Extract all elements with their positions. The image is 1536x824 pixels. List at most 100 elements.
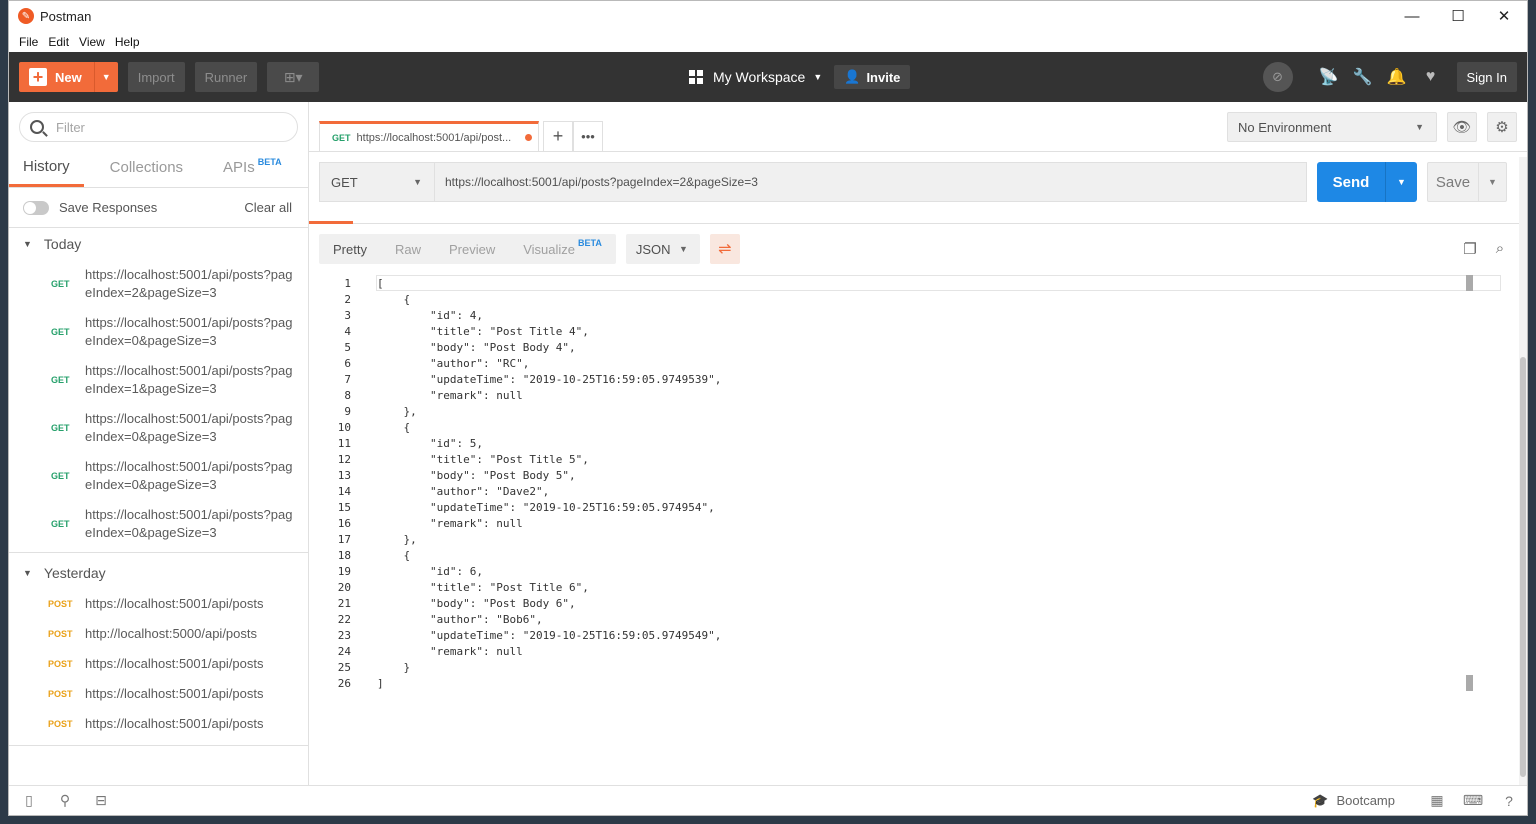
new-window-icon: ⊞▾ [283,68,303,85]
history-item[interactable]: GET https://localhost:5001/api/posts?page… [9,356,308,404]
environment-quick-look-button[interactable]: 👁 [1447,112,1477,142]
clear-all-button[interactable]: Clear all [244,200,292,215]
menu-file[interactable]: File [14,35,43,49]
history-item-method: POST [48,689,73,699]
history-item-method: POST [48,629,73,639]
find-replace-icon[interactable]: ⚲ [47,792,83,809]
code-line: 19 "id": 6, [321,563,1501,579]
menu-view[interactable]: View [74,35,110,49]
toggle-sidebar-icon[interactable]: ▯ [11,792,47,809]
request-tab-bar: GET https://localhost:5001/api/post... +… [309,102,1527,152]
view-pretty[interactable]: Pretty [319,234,381,264]
sign-in-button[interactable]: Sign In [1456,62,1517,92]
save-dropdown-icon[interactable]: ▼ [1478,163,1506,201]
code-line: 18 { [321,547,1501,563]
history-item[interactable]: POST http://localhost:5000/api/posts [9,619,308,649]
new-window-button[interactable]: ⊞▾ [267,62,320,92]
bootcamp-icon: 🎓 [1312,792,1329,808]
invite-button[interactable]: 👤 Invite [834,65,911,89]
runner-button[interactable]: Runner [194,62,258,92]
bootcamp-button[interactable]: 🎓 Bootcamp [1312,793,1395,809]
environment-select[interactable]: No Environment ▼ [1227,112,1437,142]
new-button[interactable]: + New ▼ [19,62,118,92]
code-line: 20 "title": "Post Title 6", [321,579,1501,595]
tab-apis[interactable]: APIs BETA [209,148,296,187]
code-line: 8 "remark": null [321,387,1501,403]
view-visualize[interactable]: Visualize BETA [509,234,616,264]
scroll-marker [1466,675,1473,691]
tab-collections[interactable]: Collections [96,148,197,187]
minimize-icon[interactable]: — [1389,1,1435,31]
keyboard-shortcuts-icon[interactable]: ⌨ [1455,792,1491,809]
history-item[interactable]: GET https://localhost:5001/api/posts?page… [9,500,308,548]
tab-history[interactable]: History [9,148,84,187]
workspace-switcher[interactable]: My Workspace ▼ 👤 Invite [689,52,911,102]
history-item[interactable]: GET https://localhost:5001/api/posts?page… [9,308,308,356]
history-item-method: POST [48,719,73,729]
history-item[interactable]: GET https://localhost:5001/api/posts?page… [9,404,308,452]
sync-off-icon[interactable]: ⊘ [1262,62,1293,92]
request-tab-title: https://localhost:5001/api/post... [356,131,512,144]
history-item-method: POST [48,659,73,669]
new-dropdown-icon[interactable]: ▼ [93,62,118,92]
menu-help[interactable]: Help [110,35,145,49]
history-item[interactable]: POST https://localhost:5001/api/posts [9,649,308,679]
wrench-icon[interactable]: 🔧 [1347,61,1379,93]
add-tab-button[interactable]: + [543,121,573,151]
code-text: "author": "RC", [377,356,530,370]
history-group-header[interactable]: ▼ Today [9,228,308,260]
save-responses-row: Save Responses Clear all [9,188,308,228]
history-item[interactable]: POST https://localhost:5001/api/posts [9,709,308,739]
satellite-icon[interactable]: 📡 [1313,61,1345,93]
menu-edit[interactable]: Edit [43,35,74,49]
copy-icon[interactable]: ❐ [1455,240,1485,258]
main-toolbar: + New ▼ Import Runner ⊞▾ My Workspace ▼ … [9,52,1527,102]
vertical-scrollbar[interactable] [1519,157,1527,787]
console-icon[interactable]: ⊟ [83,792,119,809]
heart-icon[interactable]: ♥ [1415,61,1447,93]
line-number: 16 [337,516,351,530]
url-input[interactable]: https://localhost:5001/api/posts?pageInd… [435,162,1307,202]
code-line: 11 "id": 5, [321,435,1501,451]
bell-icon[interactable]: 🔔 [1381,61,1413,93]
method-select[interactable]: GET ▼ [319,162,435,202]
search-icon[interactable]: ⌕ [1485,240,1515,258]
line-number: 11 [337,436,351,450]
plus-icon: + [29,68,47,86]
history-item[interactable]: POST https://localhost:5001/api/posts [9,679,308,709]
menu-bar: File Edit View Help [9,31,1527,52]
line-number: 25 [337,660,351,674]
history-item[interactable]: GET https://localhost:5001/api/posts?page… [9,260,308,308]
tab-options-button[interactable]: ••• [573,121,603,151]
history-item[interactable]: GET https://localhost:5001/api/posts?page… [9,452,308,500]
invite-label: Invite [866,69,901,85]
save-button[interactable]: Save ▼ [1427,162,1507,202]
history-item[interactable]: POST https://localhost:5001/api/posts [9,589,308,619]
line-number: 2 [344,292,351,306]
code-text: "title": "Post Title 6", [377,580,589,594]
save-responses-toggle[interactable] [23,200,49,215]
maximize-icon[interactable]: ☐ [1435,1,1481,31]
line-number: 5 [344,340,351,354]
view-preview[interactable]: Preview [435,234,509,264]
format-select[interactable]: JSON ▼ [625,234,700,264]
request-tab[interactable]: GET https://localhost:5001/api/post... [319,121,539,151]
help-icon[interactable]: ? [1491,793,1527,809]
response-toolbar: Pretty Raw Preview Visualize BETA JSON ▼… [309,224,1527,274]
send-dropdown-icon[interactable]: ▼ [1385,162,1417,202]
view-raw[interactable]: Raw [381,234,435,264]
filter-input[interactable]: Filter [19,112,298,142]
two-pane-view-icon[interactable]: ▦ [1419,792,1455,809]
save-responses-label: Save Responses [59,200,158,215]
response-body[interactable]: 1[2 {3 "id": 4, 4 "title": "Post Title 4"… [321,275,1501,775]
chevron-down-icon: ▼ [1415,122,1424,132]
environment-label: No Environment [1238,119,1332,135]
code-text: "title": "Post Title 4", [377,324,589,338]
close-icon[interactable]: ✕ [1481,1,1527,31]
send-button[interactable]: Send ▼ [1317,162,1417,202]
code-text: "author": "Dave2", [377,484,550,498]
import-button[interactable]: Import [127,62,185,92]
wrap-lines-button[interactable]: ⇌ [709,234,740,264]
manage-environments-button[interactable]: ⚙ [1487,112,1517,142]
history-group-header[interactable]: ▼ Yesterday [9,557,308,589]
